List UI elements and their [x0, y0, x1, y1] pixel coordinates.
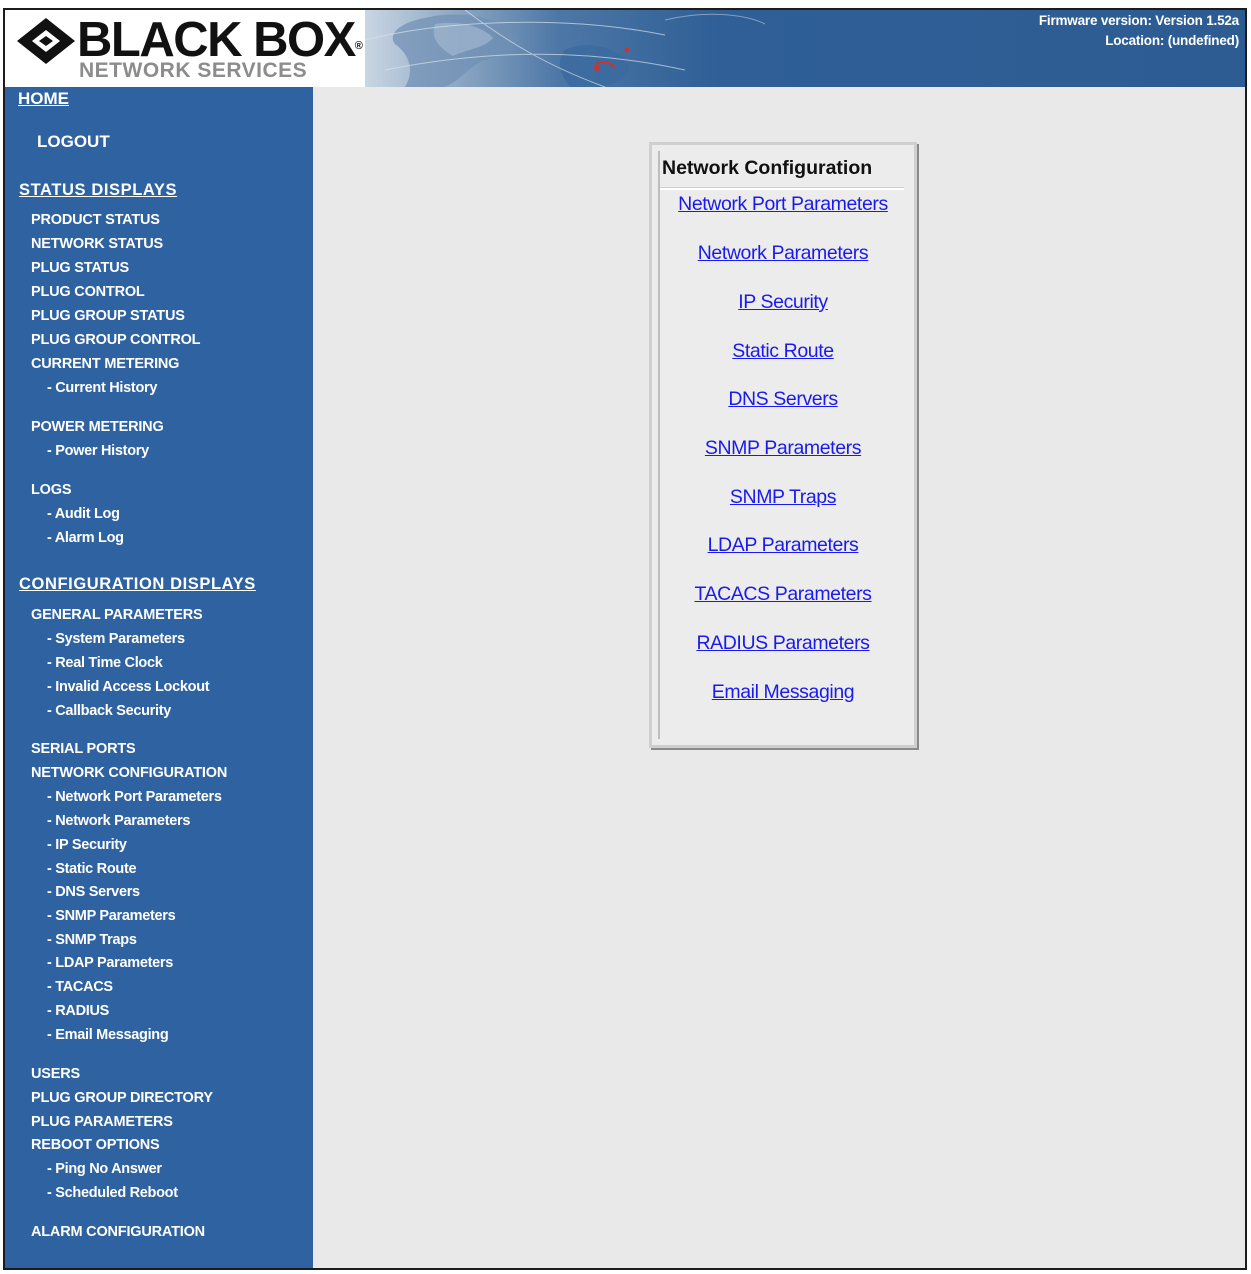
nav-power-metering[interactable]: POWER METERING — [31, 419, 164, 435]
nav-power-history[interactable]: - Power History — [47, 443, 149, 459]
nav-plug-group-status[interactable]: PLUG GROUP STATUS — [31, 308, 185, 324]
logo-registered-mark: ® — [354, 40, 363, 52]
nav-plug-group-control[interactable]: PLUG GROUP CONTROL — [31, 332, 201, 348]
link-ip-security[interactable]: IP Security — [652, 291, 914, 314]
nav-serial-ports[interactable]: SERIAL PORTS — [31, 741, 136, 757]
brand-logo: BLACK BOX® NETWORK SERVICES — [5, 10, 365, 87]
nav-plug-group-directory[interactable]: PLUG GROUP DIRECTORY — [31, 1090, 213, 1106]
nav-users[interactable]: USERS — [31, 1066, 80, 1082]
link-network-parameters[interactable]: Network Parameters — [652, 242, 914, 265]
panel-title: Network Configuration — [662, 157, 873, 179]
nav-system-parameters[interactable]: - System Parameters — [47, 631, 185, 647]
nav-logs[interactable]: LOGS — [31, 482, 71, 498]
nav-general-parameters[interactable]: GENERAL PARAMETERS — [31, 607, 203, 623]
nav-alarm-configuration[interactable]: ALARM CONFIGURATION — [31, 1224, 205, 1240]
nav-scheduled-reboot[interactable]: - Scheduled Reboot — [47, 1185, 178, 1201]
nav-callback-security[interactable]: - Callback Security — [47, 703, 171, 719]
nav-snmp-parameters[interactable]: - SNMP Parameters — [47, 908, 176, 924]
nav-network-port-parameters[interactable]: - Network Port Parameters — [47, 789, 222, 805]
nav-configuration-displays[interactable]: CONFIGURATION DISPLAYS — [19, 575, 256, 594]
nav-email-messaging[interactable]: - Email Messaging — [47, 1027, 169, 1043]
nav-logout[interactable]: LOGOUT — [37, 132, 110, 152]
nav-network-configuration[interactable]: NETWORK CONFIGURATION — [31, 765, 227, 781]
nav-current-history[interactable]: - Current History — [47, 380, 157, 396]
device-info: Firmware version: Version 1.52a Location… — [1039, 11, 1239, 51]
nav-product-status[interactable]: PRODUCT STATUS — [31, 212, 160, 228]
nav-current-metering[interactable]: CURRENT METERING — [31, 356, 179, 372]
nav-static-route[interactable]: - Static Route — [47, 861, 137, 877]
page-header: BLACK BOX® NETWORK SERVICES Firmware ver… — [5, 10, 1245, 87]
browser-page: BLACK BOX® NETWORK SERVICES Firmware ver… — [3, 8, 1247, 1270]
nav-plug-status[interactable]: PLUG STATUS — [31, 260, 129, 276]
black-box-diamond-logo-icon — [17, 18, 75, 64]
nav-plug-control[interactable]: PLUG CONTROL — [31, 284, 145, 300]
link-snmp-traps[interactable]: SNMP Traps — [652, 486, 914, 509]
firmware-version: Firmware version: Version 1.52a — [1038, 13, 1239, 28]
link-radius-parameters[interactable]: RADIUS Parameters — [652, 632, 914, 655]
network-configuration-panel: Network Configuration Network Port Param… — [649, 142, 917, 748]
nav-home[interactable]: HOME — [18, 89, 69, 109]
nav-status-displays[interactable]: STATUS DISPLAYS — [19, 181, 177, 200]
link-tacacs-parameters[interactable]: TACACS Parameters — [652, 583, 914, 606]
world-map-banner: Firmware version: Version 1.52a Location… — [365, 10, 1245, 87]
nav-real-time-clock[interactable]: - Real Time Clock — [47, 655, 163, 671]
link-email-messaging[interactable]: Email Messaging — [652, 681, 914, 704]
nav-tacacs[interactable]: - TACACS — [47, 979, 113, 995]
link-network-port-parameters[interactable]: Network Port Parameters — [652, 193, 914, 216]
nav-ldap-parameters[interactable]: - LDAP Parameters — [47, 955, 173, 971]
nav-invalid-access-lockout[interactable]: - Invalid Access Lockout — [47, 679, 210, 695]
nav-radius[interactable]: - RADIUS — [47, 1003, 109, 1019]
link-static-route[interactable]: Static Route — [652, 340, 914, 363]
link-snmp-parameters[interactable]: SNMP Parameters — [652, 437, 914, 460]
device-location: Location: (undefined) — [1105, 33, 1239, 48]
nav-ip-security[interactable]: - IP Security — [47, 837, 127, 853]
nav-audit-log[interactable]: - Audit Log — [47, 506, 120, 522]
link-dns-servers[interactable]: DNS Servers — [652, 388, 914, 411]
nav-reboot-options[interactable]: REBOOT OPTIONS — [31, 1137, 160, 1153]
nav-plug-parameters[interactable]: PLUG PARAMETERS — [31, 1114, 173, 1130]
nav-ping-no-answer[interactable]: - Ping No Answer — [47, 1161, 162, 1177]
logo-subtitle: NETWORK SERVICES — [79, 59, 308, 82]
nav-network-status[interactable]: NETWORK STATUS — [31, 236, 163, 252]
link-ldap-parameters[interactable]: LDAP Parameters — [652, 534, 914, 557]
nav-dns-servers[interactable]: - DNS Servers — [47, 884, 140, 900]
nav-alarm-log[interactable]: - Alarm Log — [47, 530, 124, 546]
nav-network-parameters[interactable]: - Network Parameters — [47, 813, 190, 829]
panel-title-divider — [660, 187, 904, 190]
sidebar-nav: HOME LOGOUT STATUS DISPLAYS PRODUCT STAT… — [5, 87, 313, 1268]
nav-snmp-traps[interactable]: - SNMP Traps — [47, 932, 137, 948]
